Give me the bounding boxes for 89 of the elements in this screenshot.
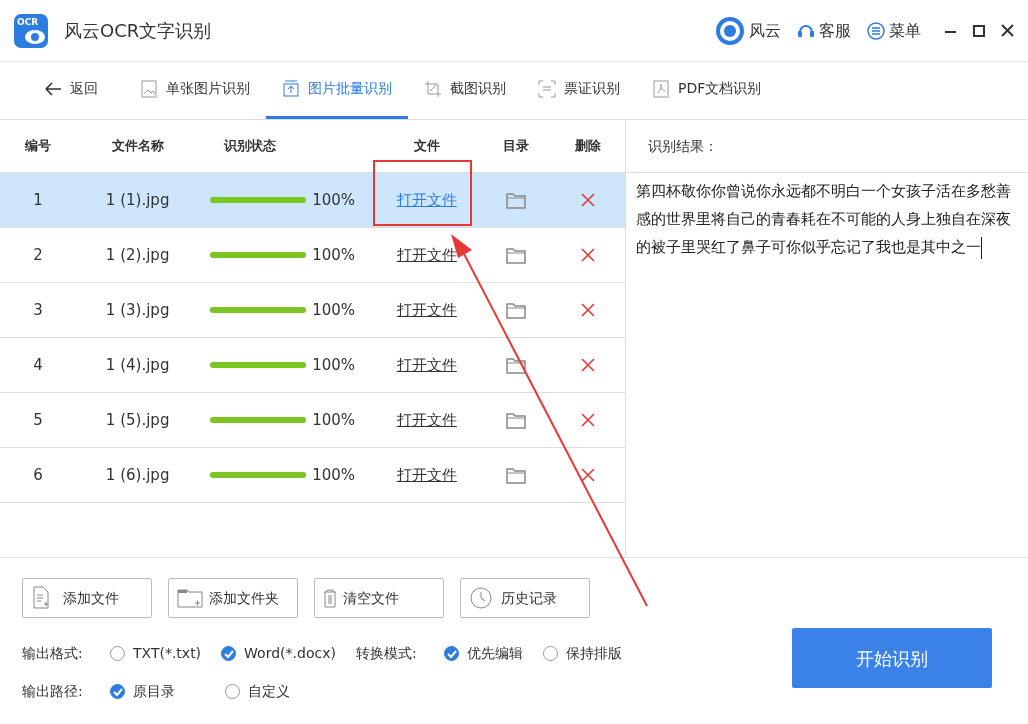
radio-option[interactable]: 原目录: [110, 680, 175, 702]
file-name: 1 (1).jpg: [105, 190, 170, 209]
open-file-link[interactable]: 打开文件: [396, 245, 457, 264]
menu-link[interactable]: 菜单: [889, 18, 921, 43]
image-icon: [140, 79, 158, 98]
delete-icon[interactable]: [580, 303, 595, 318]
add-folder-icon: [177, 586, 203, 610]
file-name: 1 (5).jpg: [105, 410, 170, 429]
folder-icon[interactable]: [505, 466, 526, 485]
folder-icon[interactable]: [505, 246, 526, 265]
add-folder-button[interactable]: 添加文件夹: [168, 578, 298, 618]
app-logo: OCR: [14, 13, 48, 48]
radio-option[interactable]: TXT(*.txt): [110, 642, 202, 664]
window-title: 风云OCR文字识别: [64, 19, 212, 43]
progress-percent: 100%: [312, 244, 356, 266]
delete-icon[interactable]: [580, 468, 595, 483]
table-row[interactable]: 3 1 (3).jpg 100% 打开文件: [0, 283, 625, 338]
column-header: 删除: [574, 138, 601, 154]
back-button[interactable]: 返回: [28, 61, 114, 119]
option-label: 转换模式:: [355, 643, 418, 663]
folder-icon[interactable]: [505, 191, 526, 210]
row-number: 6: [33, 465, 43, 484]
row-number: 3: [33, 300, 43, 319]
open-file-link[interactable]: 打开文件: [396, 465, 457, 484]
option-label: 输出格式:: [22, 643, 84, 663]
crop-icon: [424, 79, 442, 98]
file-name: 1 (6).jpg: [105, 465, 170, 484]
brand-link[interactable]: 风云: [749, 18, 781, 43]
folder-icon[interactable]: [505, 411, 526, 430]
result-label: 识别结果：: [648, 136, 718, 156]
delete-icon[interactable]: [580, 413, 595, 428]
row-number: 2: [33, 245, 43, 264]
clock-icon: [469, 586, 495, 610]
column-header: 文件名称: [111, 138, 164, 154]
close-icon[interactable]: [1001, 24, 1014, 37]
radio-option[interactable]: Word(*.docx): [221, 642, 336, 664]
column-header: 识别状态: [224, 138, 276, 154]
add-file-button[interactable]: 添加文件: [22, 578, 152, 618]
upload-icon: [282, 79, 300, 98]
scan-frame-icon: [538, 79, 556, 98]
radio-icon: [443, 645, 459, 661]
progress-percent: 100%: [312, 464, 356, 486]
column-header: 编号: [25, 138, 52, 154]
open-file-link[interactable]: 打开文件: [396, 410, 457, 429]
delete-icon[interactable]: [580, 193, 595, 208]
folder-icon[interactable]: [505, 356, 526, 375]
pdf-icon: [652, 79, 670, 98]
column-header: 目录: [502, 138, 529, 154]
file-name: 1 (2).jpg: [105, 245, 170, 264]
folder-icon[interactable]: [505, 301, 526, 320]
row-number: 5: [33, 410, 43, 429]
tab[interactable]: PDF文档识别: [636, 61, 778, 119]
progress-percent: 100%: [312, 189, 356, 211]
radio-icon: [221, 645, 237, 661]
maximize-icon[interactable]: [973, 24, 985, 37]
tab[interactable]: 票证识别: [522, 61, 636, 119]
trash-icon: [323, 588, 337, 608]
table-row[interactable]: 5 1 (5).jpg 100% 打开文件: [0, 393, 625, 448]
history-button[interactable]: 历史记录: [460, 578, 590, 618]
tab[interactable]: 截图识别: [408, 61, 522, 119]
clear-files-button[interactable]: 清空文件: [314, 578, 444, 618]
table-row[interactable]: 1 1 (1).jpg 100% 打开文件: [0, 173, 625, 228]
file-name: 1 (4).jpg: [105, 355, 170, 374]
start-button[interactable]: 开始识别: [791, 628, 992, 688]
progress-percent: 100%: [312, 354, 356, 376]
tab[interactable]: 图片批量识别: [266, 61, 408, 119]
open-file-link[interactable]: 打开文件: [396, 300, 457, 319]
progress-percent: 100%: [312, 409, 356, 431]
table-row[interactable]: 4 1 (4).jpg 100% 打开文件: [0, 338, 625, 393]
tab[interactable]: 单张图片识别: [124, 61, 266, 119]
menu-icon: [867, 21, 885, 40]
service-link[interactable]: 客服: [819, 18, 851, 43]
result-text-area[interactable]: 第四杯敬你你曾说你永远都不明白一个女孩子活在多愁善感的世界里将自己的青春耗在不可能的人身上独自在深夜的被子里哭红了鼻子可你似乎忘记了我也是其中之一: [626, 173, 1028, 265]
row-number: 4: [33, 355, 43, 374]
radio-option[interactable]: 自定义: [225, 680, 290, 702]
column-header: 文件: [413, 138, 440, 154]
back-arrow-icon: [44, 79, 62, 98]
progress-percent: 100%: [312, 299, 356, 321]
option-label: 输出路径:: [22, 681, 84, 701]
row-number: 1: [33, 190, 43, 209]
logo-icon: [715, 15, 745, 46]
delete-icon[interactable]: [580, 248, 595, 263]
table-row[interactable]: 6 1 (6).jpg 100% 打开文件: [0, 448, 625, 503]
radio-icon: [110, 683, 125, 699]
radio-option[interactable]: 保持排版: [542, 642, 622, 664]
open-file-link[interactable]: 打开文件: [396, 355, 457, 374]
file-name: 1 (3).jpg: [105, 300, 170, 319]
radio-option[interactable]: 优先编辑: [443, 642, 523, 664]
delete-icon[interactable]: [580, 358, 595, 373]
